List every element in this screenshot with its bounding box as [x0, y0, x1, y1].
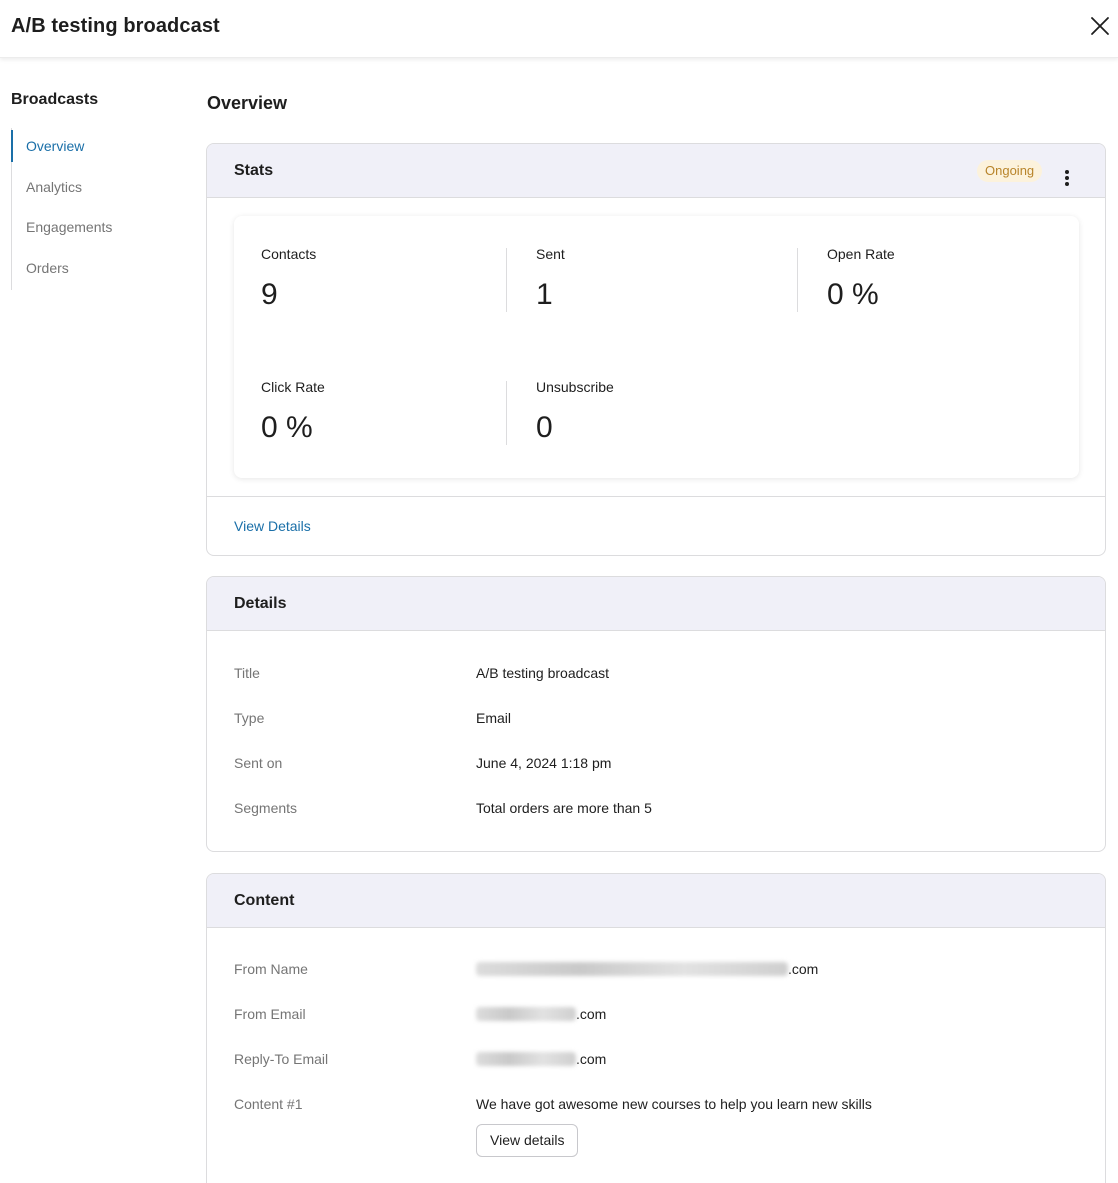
- status-badge: Ongoing: [977, 160, 1043, 182]
- content-value-suffix: .com: [576, 1006, 607, 1022]
- stat-label: Contacts: [261, 246, 317, 262]
- sidebar-title: Broadcasts: [11, 91, 99, 108]
- stat-divider: [506, 248, 507, 312]
- detail-value: Total orders are more than 5: [476, 800, 652, 816]
- stat-open-rate: Open Rate 0 %: [827, 246, 1077, 312]
- details-card: Details Title A/B testing broadcast Type…: [206, 576, 1106, 852]
- detail-key: Title: [234, 665, 260, 681]
- sidebar-item-analytics[interactable]: Analytics: [12, 169, 171, 210]
- redacted-text: [476, 1052, 576, 1066]
- stat-sent: Sent 1: [536, 246, 786, 312]
- stat-contacts: Contacts 9: [261, 246, 511, 312]
- content-value: We have got awesome new courses to help …: [476, 1096, 872, 1112]
- redacted-text: [476, 1007, 576, 1021]
- content-value: .com: [476, 1006, 606, 1022]
- view-details-link[interactable]: View Details: [234, 518, 311, 534]
- stat-divider: [506, 381, 507, 445]
- stats-grid: Contacts 9 Sent 1 Open Rate 0 % Click Ra…: [234, 216, 1079, 478]
- content-value-suffix: .com: [788, 961, 819, 977]
- content-card-title: Content: [234, 892, 295, 909]
- stat-label: Unsubscribe: [536, 379, 614, 395]
- sidebar-item-orders[interactable]: Orders: [12, 250, 171, 291]
- content-value: .com: [476, 1051, 606, 1067]
- stat-unsubscribe: Unsubscribe 0: [536, 379, 786, 445]
- stat-value: 1: [536, 278, 553, 311]
- stat-value: 9: [261, 278, 278, 311]
- more-options-icon[interactable]: [1057, 159, 1077, 186]
- sidebar-item-engagements[interactable]: Engagements: [12, 209, 171, 250]
- stat-label: Sent: [536, 246, 565, 262]
- detail-value: A/B testing broadcast: [476, 665, 610, 681]
- content-key: From Email: [234, 1006, 306, 1022]
- content-view-details-button[interactable]: View details: [476, 1124, 579, 1157]
- content-value: .com: [476, 961, 818, 977]
- redacted-text: [476, 962, 788, 976]
- page-title: Overview: [207, 93, 288, 113]
- details-card-title: Details: [234, 595, 287, 612]
- close-icon[interactable]: [1089, 15, 1111, 37]
- sidebar-item-overview[interactable]: Overview: [11, 128, 171, 169]
- sidebar-nav: Overview Analytics Engagements Orders: [11, 128, 171, 290]
- detail-key: Type: [234, 710, 265, 726]
- detail-value: Email: [476, 710, 512, 726]
- detail-value: June 4, 2024 1:18 pm: [476, 755, 612, 771]
- stats-card: Stats Ongoing Contacts 9 Sent 1 Open Rat…: [206, 143, 1106, 556]
- modal-header: A/B testing broadcast: [0, 0, 1118, 58]
- stat-value: 0 %: [827, 278, 879, 311]
- content-key: Content #1: [234, 1096, 303, 1112]
- content-card-header: Content: [207, 874, 1105, 928]
- content-key: From Name: [234, 961, 308, 977]
- content-key: Reply-To Email: [234, 1051, 329, 1067]
- content-value-suffix: .com: [576, 1051, 607, 1067]
- stats-card-footer: View Details: [207, 496, 1105, 554]
- stat-divider: [797, 248, 798, 312]
- modal-title: A/B testing broadcast: [11, 15, 220, 37]
- stats-card-title: Stats: [234, 162, 274, 179]
- stat-value: 0 %: [261, 411, 313, 444]
- stat-label: Open Rate: [827, 246, 895, 262]
- detail-key: Segments: [234, 800, 298, 816]
- details-card-header: Details: [207, 577, 1105, 631]
- stat-click-rate: Click Rate 0 %: [261, 379, 511, 445]
- content-card: Content From Name .com From Email .com R…: [206, 873, 1106, 1183]
- detail-key: Sent on: [234, 755, 283, 771]
- stat-value: 0: [536, 411, 553, 444]
- stat-label: Click Rate: [261, 379, 325, 395]
- stats-card-header: Stats Ongoing: [207, 144, 1105, 198]
